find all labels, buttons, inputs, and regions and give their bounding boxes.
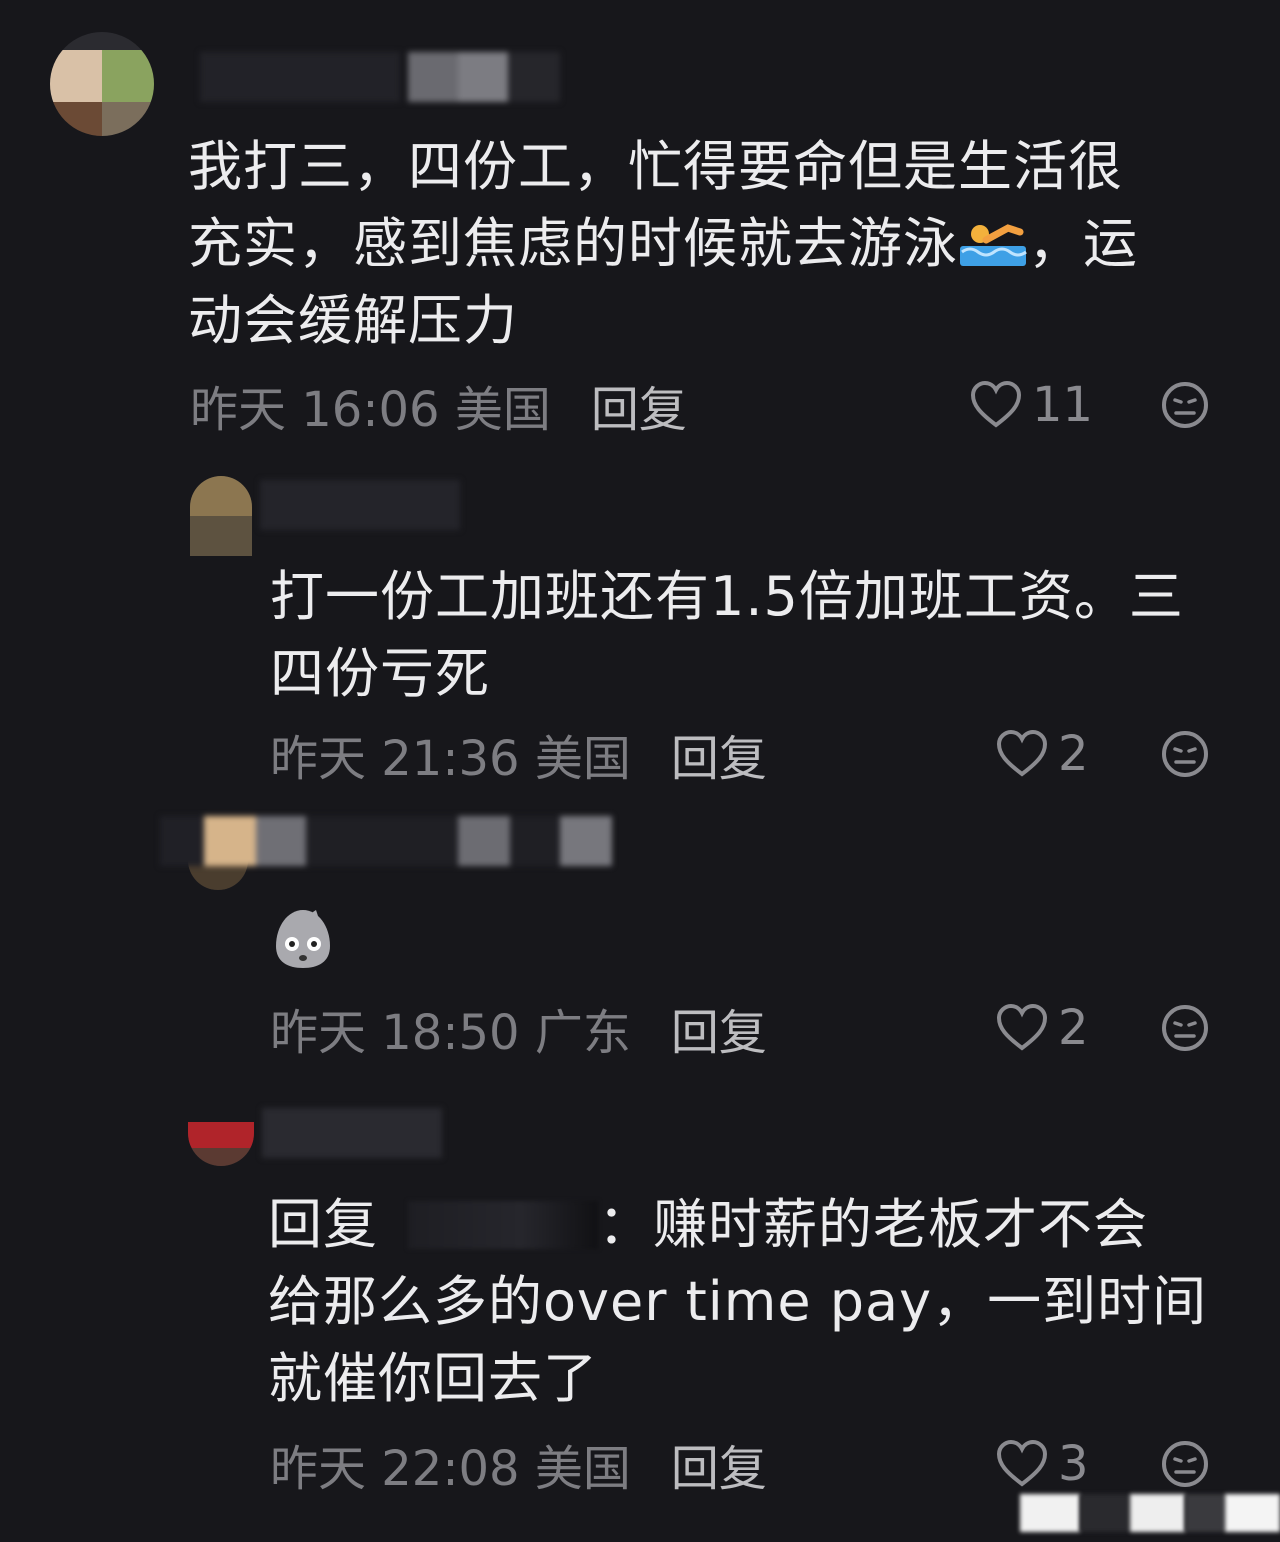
like-button[interactable]: 2 [996, 998, 1089, 1058]
comment-text: 打一份工加班还有1.5倍加班工资。三 四份亏死 [270, 558, 1250, 712]
username-redacted[interactable] [262, 1108, 442, 1158]
comment-line: ：赚时薪的老板才不会 [598, 1193, 1148, 1256]
comment-meta: 昨天 16:06 美国 回复 [190, 375, 687, 438]
like-button[interactable]: 11 [970, 375, 1093, 435]
like-button[interactable]: 2 [996, 724, 1089, 784]
watermark-redacted [1010, 1474, 1280, 1534]
timestamp-location: 昨天 21:36 美国 [270, 731, 631, 787]
comment-line: 四份亏死 [270, 642, 490, 705]
username-redacted[interactable] [260, 480, 460, 530]
comment-line: 动会缓解压力 [188, 289, 518, 352]
reply-button[interactable]: 回复 [671, 993, 767, 1063]
username-redacted[interactable] [160, 816, 620, 866]
comment-line: 充实，感到焦虑的时候就去游泳 [188, 212, 958, 275]
username-redacted[interactable] [200, 52, 560, 102]
swimmer-emoji-icon [960, 224, 1027, 266]
heart-icon [996, 730, 1048, 777]
heart-icon [996, 1004, 1048, 1051]
neutral-face-icon[interactable] [1160, 1003, 1210, 1053]
comment-2: 打一份工加班还有1.5倍加班工资。三 四份亏死 昨天 21:36 美国 回复 2 [0, 460, 1280, 810]
comment-text: 我打三，四份工，忙得要命但是生活很 充实，感到焦虑的时候就去游泳 ，运 动会缓解压… [188, 128, 1248, 359]
like-count: 11 [1032, 377, 1094, 433]
reply-prefix: 回复 [268, 1193, 378, 1256]
reply-button[interactable]: 回复 [671, 1429, 767, 1499]
reply-button[interactable]: 回复 [591, 370, 687, 440]
timestamp-location: 昨天 16:06 美国 [190, 382, 551, 438]
comment-line: ，运 [1028, 212, 1138, 275]
mention-redacted[interactable] [408, 1201, 598, 1249]
like-count: 2 [1058, 726, 1089, 782]
comment-line: 我打三，四份工，忙得要命但是生活很 [188, 135, 1123, 198]
comment-line: 给那么多的over time pay，一到时间 [268, 1270, 1208, 1333]
avatar[interactable] [50, 32, 154, 136]
timestamp-location: 昨天 18:50 广东 [270, 1005, 631, 1061]
comment-meta: 昨天 22:08 美国 回复 [270, 1434, 767, 1497]
comment-text: 回复 ：赚时薪的老板才不会 给那么多的over time pay，一到时间 就催你… [268, 1186, 1258, 1417]
heart-icon [970, 381, 1022, 428]
comment-1: 我打三，四份工，忙得要命但是生活很 充实，感到焦虑的时候就去游泳 ，运 动会缓解压… [0, 0, 1280, 460]
comment-line: 就催你回去了 [268, 1347, 598, 1410]
avatar[interactable] [190, 476, 252, 556]
timestamp-location: 昨天 22:08 美国 [270, 1441, 631, 1497]
neutral-face-icon[interactable] [1160, 380, 1210, 430]
like-count: 2 [1058, 1000, 1089, 1056]
comment-3: 昨天 18:50 广东 回复 2 [0, 810, 1280, 1100]
shocked-sticker [276, 910, 330, 968]
comment-line: 打一份工加班还有1.5倍加班工资。三 [270, 565, 1184, 628]
reply-button[interactable]: 回复 [671, 719, 767, 789]
neutral-face-icon[interactable] [1160, 729, 1210, 779]
avatar[interactable] [188, 1122, 254, 1166]
comment-meta: 昨天 18:50 广东 回复 [270, 998, 767, 1061]
comment-meta: 昨天 21:36 美国 回复 [270, 724, 767, 787]
